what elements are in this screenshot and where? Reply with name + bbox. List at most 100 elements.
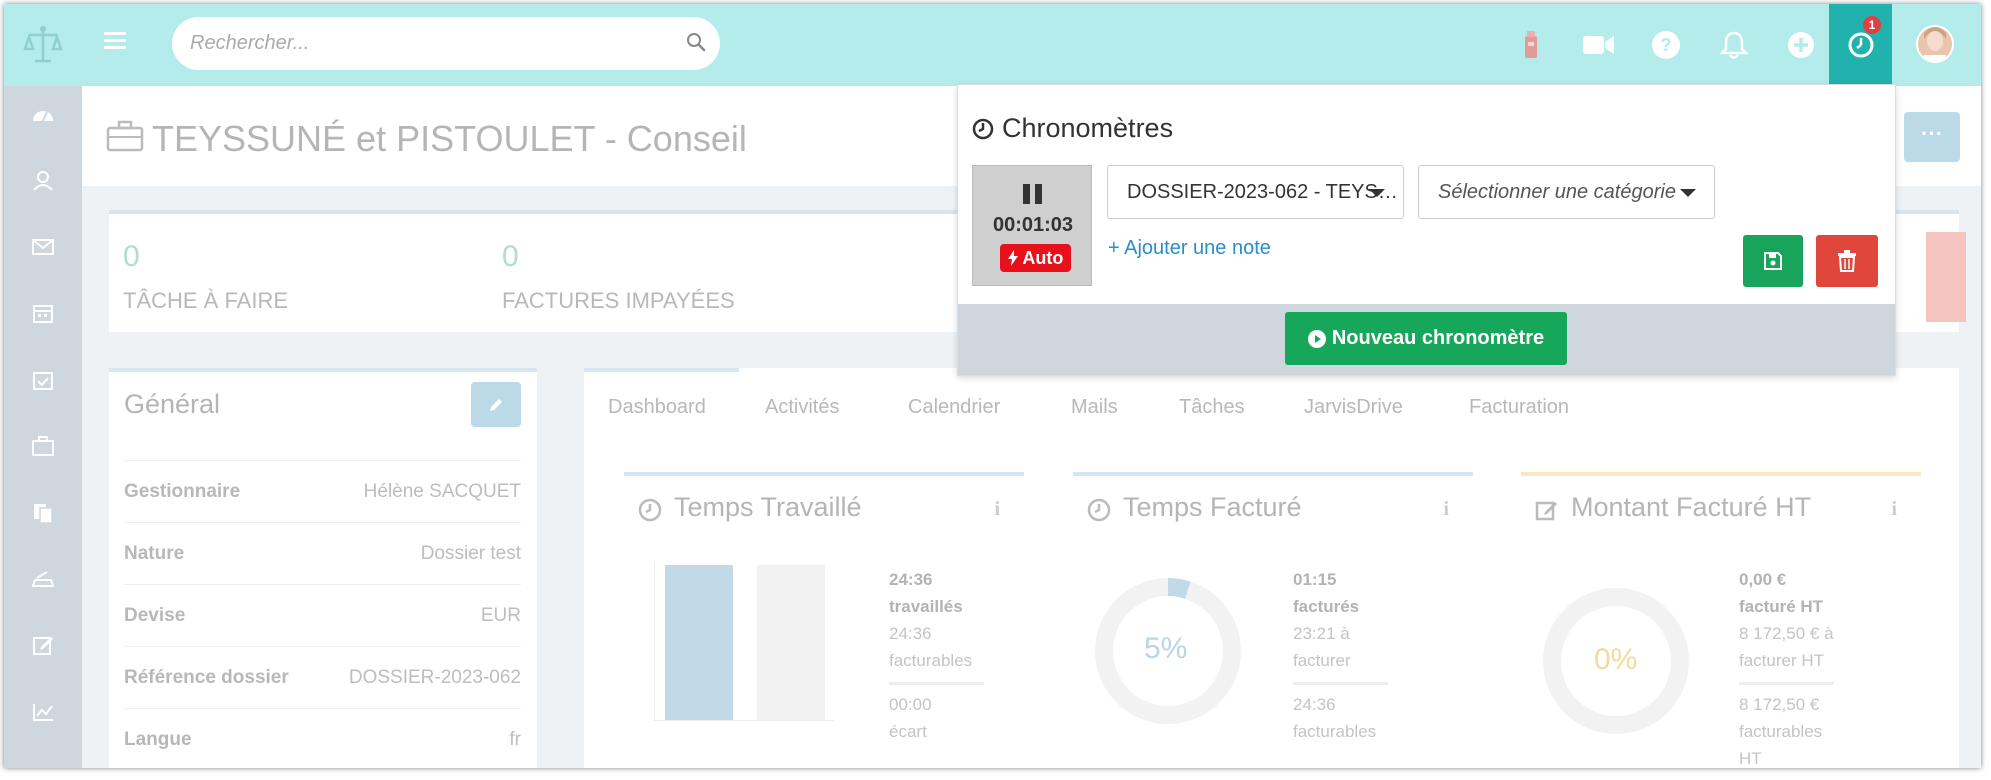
amount-to-bill-value: 8 172,50 € à	[1739, 624, 1834, 643]
tab-taches[interactable]: Tâches	[1179, 396, 1245, 419]
search-input[interactable]	[190, 29, 660, 57]
floppy-disk-icon	[1764, 252, 1782, 270]
tab-jarvisdrive[interactable]: JarvisDrive	[1304, 396, 1403, 419]
clock-icon	[638, 498, 662, 527]
edit-icon	[1535, 498, 1559, 527]
billable-label: facturables	[1293, 722, 1377, 741]
edit-button[interactable]	[471, 382, 521, 427]
worked-value: 24:36	[889, 570, 933, 589]
menu-toggle-icon[interactable]	[104, 32, 126, 50]
more-options-button[interactable]: ···	[1904, 112, 1960, 162]
tab-facturation[interactable]: Facturation	[1469, 396, 1569, 419]
tab-mails[interactable]: Mails	[1071, 396, 1118, 419]
general-row: Référence dossier DOSSIER-2023-062	[124, 646, 521, 708]
tab-activites[interactable]: Activités	[765, 396, 839, 419]
billed-time-title: Temps Facturé	[1123, 492, 1302, 522]
calendar-icon[interactable]	[29, 299, 57, 327]
to-bill-label: facturer	[1293, 651, 1351, 670]
active-tab-indicator	[584, 368, 739, 372]
popover-title: Chronomètres	[1002, 113, 1174, 143]
edit-icon[interactable]	[29, 631, 57, 659]
search-icon[interactable]	[686, 32, 706, 57]
video-icon[interactable]	[1582, 28, 1616, 62]
contacts-icon[interactable]	[29, 167, 57, 195]
popover-header: Chronomètres	[972, 113, 1173, 144]
tab-calendrier[interactable]: Calendrier	[908, 396, 1000, 419]
bell-icon[interactable]	[1717, 28, 1751, 62]
clock-icon	[1848, 32, 1873, 58]
briefcase-icon	[106, 120, 144, 157]
general-row-key: Référence dossier	[124, 666, 289, 688]
svg-text:?: ?	[1661, 35, 1672, 55]
amount-billable-suffix: HT	[1739, 749, 1762, 768]
amount-billed-value: 0,00 €	[1739, 570, 1787, 589]
dossier-select[interactable]: DOSSIER-2023-062 - TEYS…	[1107, 165, 1404, 219]
lightning-icon	[1008, 250, 1018, 266]
info-icon[interactable]: i	[1891, 498, 1897, 521]
tab-dashboard[interactable]: Dashboard	[608, 396, 706, 419]
general-row: Nature Dossier test	[124, 522, 521, 584]
search-bar	[172, 17, 720, 70]
billed-amount-percent: 0%	[1594, 643, 1638, 676]
mail-icon[interactable]	[29, 233, 57, 261]
general-row-value: Dossier test	[420, 542, 521, 564]
category-select[interactable]: Sélectionner une catégorie	[1418, 165, 1715, 219]
worked-label: travaillés	[889, 597, 963, 616]
general-row-key: Nature	[124, 542, 185, 564]
chevron-down-icon	[1680, 189, 1696, 197]
delete-button[interactable]	[1816, 235, 1878, 287]
plus-icon[interactable]	[1784, 28, 1818, 62]
stat-invoices-count: 0	[502, 240, 519, 273]
gap-label: écart	[889, 722, 927, 741]
chevron-down-icon	[1369, 189, 1385, 197]
amount-billable-value: 8 172,50 €	[1739, 695, 1820, 714]
scanner-icon[interactable]	[29, 565, 57, 593]
stat-invoices-label: FACTURES IMPAYÉES	[502, 288, 735, 313]
dashboard-icon[interactable]	[29, 100, 57, 128]
flask-icon[interactable]	[1514, 28, 1548, 62]
billed-amount-summary: 0,00 € facturé HT 8 172,50 € à facturer …	[1739, 566, 1859, 768]
billed-percent: 5%	[1144, 632, 1188, 665]
info-icon[interactable]: i	[994, 498, 1000, 521]
worked-time-bar-chart	[654, 561, 834, 721]
help-icon[interactable]: ?	[1649, 28, 1683, 62]
popover-footer: Nouveau chronomètre	[958, 304, 1895, 375]
pause-icon[interactable]	[1023, 184, 1043, 204]
chart-bar-billable	[757, 565, 825, 720]
sidebar	[4, 86, 82, 768]
stat-tasks-count: 0	[123, 240, 140, 273]
general-row-key: Devise	[124, 604, 186, 626]
stat-alert-block	[1926, 232, 1966, 322]
briefcase-icon[interactable]	[29, 432, 57, 460]
worked-time-card: Temps Travaillé i 24:36 travaillés 24:36…	[624, 472, 1024, 768]
general-row: Langue fr	[124, 708, 521, 768]
billed-time-summary: 01:15 facturés 23:21 à facturer 24:36 fa…	[1293, 566, 1413, 745]
dossier-content: Dashboard Activités Calendrier Mails Tâc…	[584, 368, 1959, 768]
dossier-select-value: DOSSIER-2023-062 - TEYS…	[1127, 181, 1398, 203]
divider	[1293, 682, 1388, 685]
gap-value: 00:00	[889, 695, 932, 714]
general-row-key: Gestionnaire	[124, 480, 241, 502]
documents-icon[interactable]	[29, 499, 57, 527]
chronometers-button[interactable]: 1	[1829, 4, 1892, 86]
avatar[interactable]	[1916, 25, 1954, 63]
timer-display[interactable]: 00:01:03 Auto	[972, 165, 1092, 286]
scales-logo-icon[interactable]	[4, 4, 82, 86]
add-note-link[interactable]: + Ajouter une note	[1108, 237, 1271, 260]
auto-label: Auto	[1022, 248, 1064, 268]
notification-badge: 1	[1863, 16, 1881, 34]
amount-billed-label: facturé HT	[1739, 597, 1824, 616]
divider	[1739, 682, 1834, 685]
save-button[interactable]	[1743, 235, 1803, 287]
top-bar: ? 1	[4, 4, 1981, 86]
general-row: Devise EUR	[124, 584, 521, 646]
general-row-value: EUR	[480, 604, 521, 626]
new-chronometer-button[interactable]: Nouveau chronomètre	[1285, 312, 1567, 365]
amount-billable-label: facturables	[1739, 722, 1823, 741]
general-row-value: Hélène SACQUET	[363, 480, 521, 502]
new-chronometer-label: Nouveau chronomètre	[1331, 327, 1545, 349]
chart-icon[interactable]	[29, 698, 57, 726]
timer-value: 00:01:03	[992, 214, 1074, 236]
info-icon[interactable]: i	[1443, 498, 1449, 521]
tasks-icon[interactable]	[29, 366, 57, 394]
